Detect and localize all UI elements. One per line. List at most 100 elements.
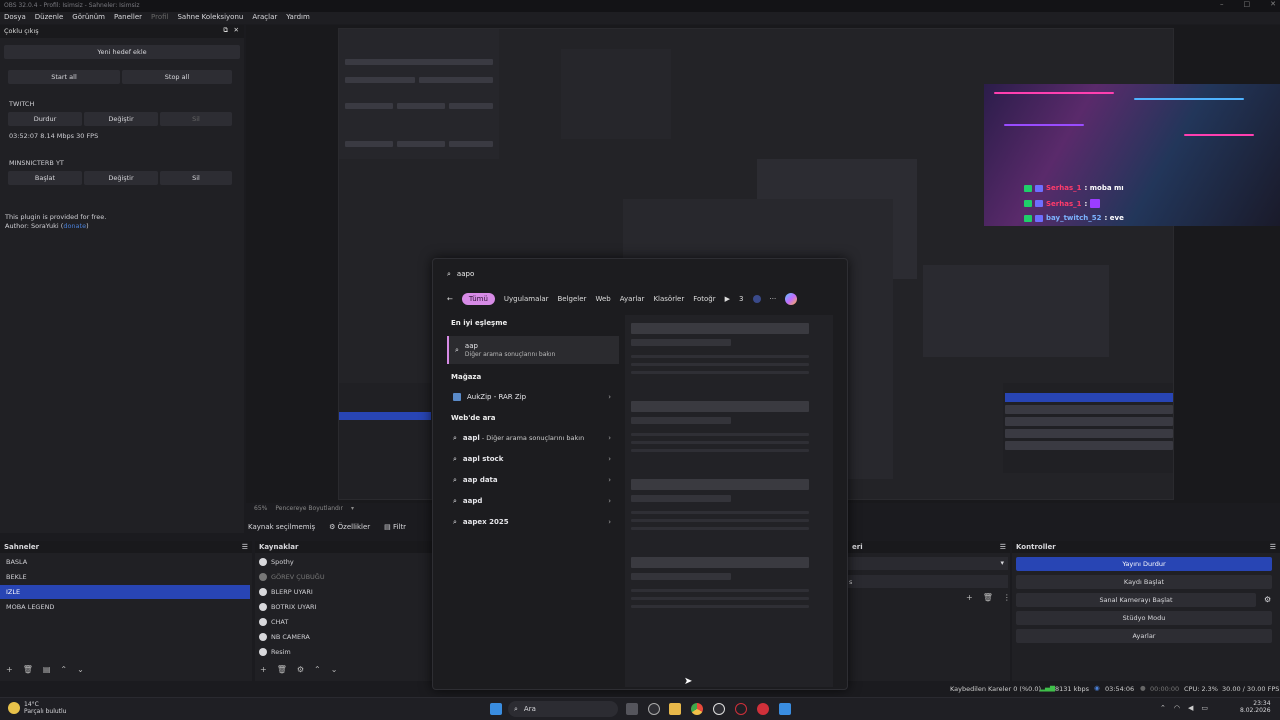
scene-item-selected[interactable]: IZLE (0, 585, 250, 599)
web-result[interactable]: ⌕ aapl - Diğer arama sonuçlarını bakın › (447, 428, 619, 448)
menu-edit[interactable]: Düzenle (35, 13, 64, 23)
target-edit-button[interactable]: Değiştir (84, 171, 158, 185)
search-input[interactable]: ⌕ aapo (447, 267, 833, 281)
close-dock-icon[interactable]: ✕ (234, 26, 239, 34)
gear-icon[interactable]: ⚙ (1264, 595, 1271, 604)
menu-help[interactable]: Yardım (286, 13, 310, 23)
down-icon[interactable]: ⌄ (77, 665, 84, 674)
wifi-icon[interactable]: ◠ (1174, 704, 1180, 712)
properties-button[interactable]: ⚙ Özellikler (329, 523, 370, 531)
mixer-dropdown[interactable]: ▾ (848, 557, 1008, 570)
studio-mode-button[interactable]: Stüdyo Modu (1016, 611, 1272, 625)
menu-profile[interactable]: Profil (151, 13, 168, 23)
app-icon[interactable] (779, 703, 791, 715)
float-icon[interactable]: ⧉ (223, 26, 228, 35)
scene-item[interactable]: BEKLE (0, 570, 252, 584)
filter-photos[interactable]: Fotoğr (693, 295, 715, 303)
chevron-down-icon[interactable]: ▾ (351, 505, 354, 513)
more-icon[interactable]: ··· (770, 295, 777, 303)
target-start-button[interactable]: Başlat (8, 171, 82, 185)
clock[interactable]: 23:34 8.02.2026 (1240, 700, 1271, 714)
store-item[interactable]: AukZip - RAR Zip › (447, 387, 619, 407)
source-item[interactable]: GÖREV ÇUBUĞU (257, 570, 432, 584)
source-item[interactable]: BLERP UYARI (257, 585, 432, 599)
chrome-icon[interactable] (691, 703, 703, 715)
filter-icon[interactable]: ▤ (43, 665, 51, 674)
volume-icon[interactable]: ◀ (1188, 704, 1193, 712)
filter-web[interactable]: Web (595, 295, 610, 303)
steam-icon[interactable] (648, 703, 660, 715)
filter-all[interactable]: Tümü (461, 293, 495, 305)
web-result[interactable]: ⌕ aap data › (447, 470, 619, 490)
trash-icon[interactable]: 🗑 (277, 665, 287, 674)
copilot-icon[interactable] (785, 293, 798, 305)
windows-start-icon[interactable] (490, 703, 502, 715)
app-icon[interactable] (757, 703, 769, 715)
filters-button[interactable]: ▤ Filtr (384, 523, 406, 531)
start-virtual-camera-button[interactable]: Sanal Kamerayı Başlat (1016, 593, 1256, 607)
source-item[interactable]: Spothy (257, 555, 432, 569)
minimize-icon[interactable]: – (1220, 0, 1224, 12)
filter-folders[interactable]: Klasörler (653, 295, 684, 303)
stop-streaming-button[interactable]: Yayını Durdur (1016, 557, 1272, 571)
target-stop-button[interactable]: Durdur (8, 112, 82, 126)
source-item[interactable]: Resim (257, 645, 432, 659)
play-icon[interactable]: ▶ (725, 295, 730, 303)
more-icon[interactable]: ⋮ (1003, 593, 1011, 602)
down-icon[interactable]: ⌄ (331, 665, 338, 674)
weather-widget[interactable]: 14°C Parçalı bulutlu (8, 701, 66, 715)
battery-icon[interactable]: ▭ (1201, 704, 1208, 712)
target-remove-button[interactable]: Sil (160, 171, 232, 185)
filter-documents[interactable]: Belgeler (558, 295, 587, 303)
donate-link[interactable]: donate (63, 222, 86, 230)
dock-menu-icon[interactable]: ☰ (1270, 543, 1276, 551)
new-target-button[interactable]: Yeni hedef ekle (4, 45, 240, 59)
maximize-icon[interactable]: □ (1244, 0, 1251, 12)
settings-button[interactable]: Ayarlar (1016, 629, 1272, 643)
rewards-count[interactable]: 3 (739, 295, 743, 303)
opera-icon[interactable] (735, 703, 747, 715)
menu-tools[interactable]: Araçlar (252, 13, 277, 23)
menu-view[interactable]: Görünüm (72, 13, 105, 23)
menu-file[interactable]: Dosya (4, 13, 26, 23)
scene-item[interactable]: BASLA (0, 555, 252, 569)
filter-apps[interactable]: Uygulamalar (504, 295, 549, 303)
add-icon[interactable]: + (260, 665, 267, 674)
target-remove-button[interactable]: Sil (160, 112, 232, 126)
stop-all-button[interactable]: Stop all (122, 70, 232, 84)
best-match-item[interactable]: ⌕ aap Diğer arama sonuçlarını bakın (447, 336, 619, 364)
task-view-icon[interactable] (626, 703, 638, 715)
add-icon[interactable]: + (966, 593, 973, 602)
zoom-level[interactable]: 65% (254, 505, 267, 513)
web-result[interactable]: ⌕ aapex 2025 › (447, 512, 619, 532)
dock-menu-icon[interactable]: ☰ (242, 543, 248, 551)
tray-chevron-icon[interactable]: ⌃ (1160, 704, 1166, 712)
taskbar-search[interactable]: ⌕ Ara (508, 701, 618, 717)
filter-settings[interactable]: Ayarlar (620, 295, 645, 303)
source-item[interactable]: CHAT (257, 615, 432, 629)
up-icon[interactable]: ⌃ (60, 665, 67, 674)
target-edit-button[interactable]: Değiştir (84, 112, 158, 126)
avatar[interactable] (752, 295, 761, 303)
dock-menu-icon[interactable]: ☰ (1000, 543, 1006, 551)
add-icon[interactable]: + (6, 665, 13, 674)
source-item[interactable]: NB CAMERA (257, 630, 432, 644)
web-result[interactable]: ⌕ aapl stock › (447, 449, 619, 469)
source-item[interactable]: BOTRIX UYARI (257, 600, 432, 614)
fit-to-window[interactable]: Pencereye Boyutlandır (275, 505, 343, 513)
gear-icon[interactable]: ⚙ (297, 665, 304, 674)
obs-icon[interactable] (713, 703, 725, 715)
start-recording-button[interactable]: Kaydı Başlat (1016, 575, 1272, 589)
start-all-button[interactable]: Start all (8, 70, 120, 84)
up-icon[interactable]: ⌃ (314, 665, 321, 674)
back-arrow-icon[interactable]: ← (447, 295, 453, 303)
file-explorer-icon[interactable] (669, 703, 681, 715)
trash-icon[interactable]: 🗑 (983, 593, 993, 602)
web-result[interactable]: ⌕ aapd › (447, 491, 619, 511)
menu-scene-collection[interactable]: Sahne Koleksiyonu (177, 13, 243, 23)
scene-item[interactable]: MOBA LEGEND (0, 600, 252, 614)
close-icon[interactable]: ✕ (1270, 0, 1276, 12)
trash-icon[interactable]: 🗑 (23, 665, 33, 674)
mixer-value[interactable]: s (848, 575, 1008, 588)
menu-docks[interactable]: Paneller (114, 13, 142, 23)
